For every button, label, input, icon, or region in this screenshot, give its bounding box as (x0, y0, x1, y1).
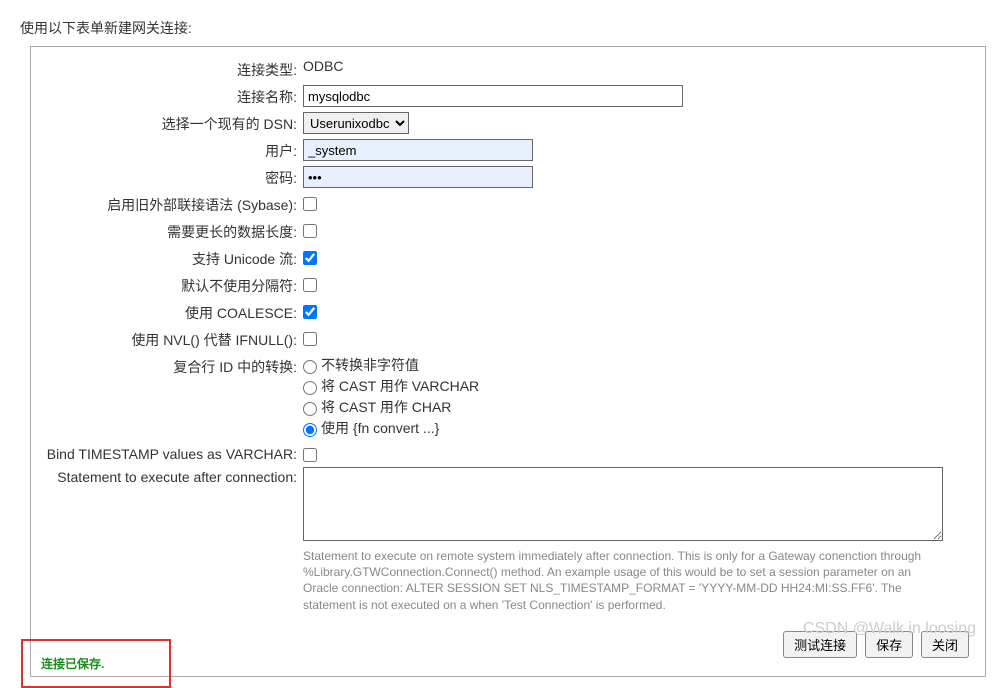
conn-name-input[interactable] (303, 85, 683, 107)
page-header: 使用以下表单新建网关连接: (0, 0, 1006, 46)
form-panel: 连接类型: ODBC 连接名称: 选择一个现有的 DSN: Userunixod… (30, 46, 986, 677)
radio-no-convert[interactable] (303, 360, 317, 374)
label-unicode: 支持 Unicode 流: (43, 246, 303, 269)
bind-timestamp-checkbox[interactable] (303, 448, 317, 462)
sybase-checkbox[interactable] (303, 197, 317, 211)
test-connection-button[interactable]: 测试连接 (783, 631, 857, 658)
value-conn-type: ODBC (303, 57, 973, 74)
label-user: 用户: (43, 138, 303, 161)
label-no-separator: 默认不使用分隔符: (43, 273, 303, 296)
no-separator-checkbox[interactable] (303, 278, 317, 292)
dsn-select[interactable]: Userunixodbc (303, 112, 409, 134)
saved-message-box: 连接已保存. (21, 639, 171, 688)
unicode-checkbox[interactable] (303, 251, 317, 265)
longer-data-checkbox[interactable] (303, 224, 317, 238)
user-input[interactable] (303, 139, 533, 161)
radio-cast-char[interactable] (303, 402, 317, 416)
label-sybase: 启用旧外部联接语法 (Sybase): (43, 192, 303, 215)
label-conn-type: 连接类型: (43, 57, 303, 80)
statement-textarea[interactable] (303, 467, 943, 541)
radio-label-cast-char: 将 CAST 用作 CHAR (321, 397, 451, 417)
close-button[interactable]: 关闭 (921, 631, 969, 658)
label-nvl: 使用 NVL() 代替 IFNULL(): (43, 327, 303, 350)
statement-help-text: Statement to execute on remote system im… (303, 548, 943, 613)
radio-fn-convert[interactable] (303, 423, 317, 437)
label-statement: Statement to execute after connection: (43, 466, 303, 485)
password-input[interactable] (303, 166, 533, 188)
radio-label-no-convert: 不转换非字符值 (321, 355, 419, 375)
label-conn-name: 连接名称: (43, 84, 303, 107)
label-password: 密码: (43, 165, 303, 188)
label-bind-timestamp: Bind TIMESTAMP values as VARCHAR: (43, 443, 303, 462)
coalesce-checkbox[interactable] (303, 305, 317, 319)
label-select-dsn: 选择一个现有的 DSN: (43, 111, 303, 134)
nvl-checkbox[interactable] (303, 332, 317, 346)
radio-cast-varchar[interactable] (303, 381, 317, 395)
label-longer-data: 需要更长的数据长度: (43, 219, 303, 242)
label-coalesce: 使用 COALESCE: (43, 300, 303, 323)
label-composite-id: 复合行 ID 中的转换: (43, 354, 303, 377)
saved-message: 连接已保存. (41, 657, 104, 671)
save-button[interactable]: 保存 (865, 631, 913, 658)
radio-label-fn-convert: 使用 {fn convert ...} (321, 418, 439, 438)
radio-label-cast-varchar: 将 CAST 用作 VARCHAR (321, 376, 479, 396)
button-row: 测试连接 保存 关闭 (43, 631, 973, 658)
